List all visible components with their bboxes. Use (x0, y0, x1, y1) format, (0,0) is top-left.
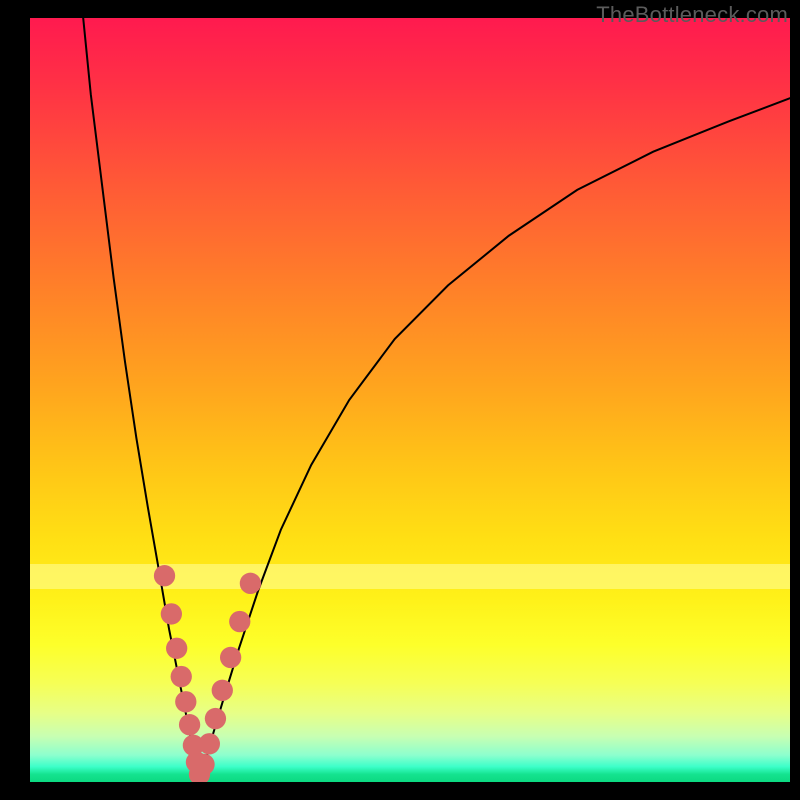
highlight-dot (220, 647, 241, 668)
highlight-dot (175, 691, 196, 712)
highlight-dot (154, 565, 175, 586)
frame: TheBottleneck.com (0, 0, 800, 800)
highlight-dot (171, 666, 192, 687)
curve-right-branch (199, 98, 790, 777)
highlight-dot (240, 573, 261, 594)
highlight-dot (161, 603, 182, 624)
highlight-dot (229, 611, 250, 632)
curve-left-branch (83, 18, 199, 777)
highlight-dots-group (154, 565, 261, 782)
highlight-dot (166, 638, 187, 659)
watermark-text: TheBottleneck.com (596, 2, 788, 28)
highlight-dot (199, 733, 220, 754)
chart-plot-area (30, 18, 790, 782)
highlight-dot (212, 680, 233, 701)
highlight-dot (205, 708, 226, 729)
highlight-dot (179, 714, 200, 735)
highlight-dot (193, 754, 214, 775)
chart-svg (30, 18, 790, 782)
